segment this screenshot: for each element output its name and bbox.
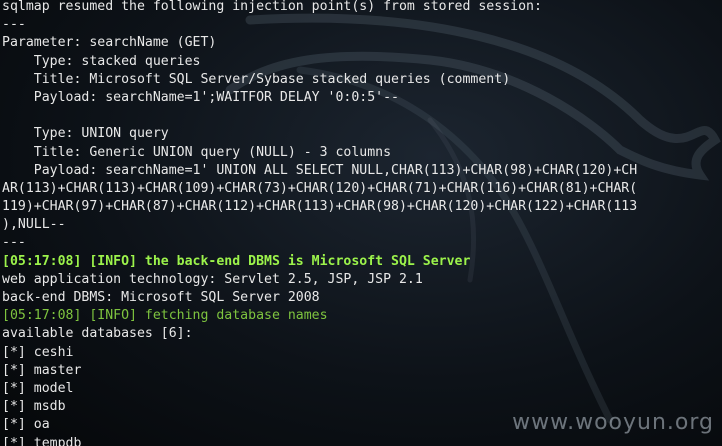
terminal-line: Type: stacked queries: [2, 53, 201, 69]
terminal-line: ---: [2, 17, 26, 33]
terminal-output: sqlmap resumed the following injection p…: [2, 0, 722, 446]
watermark: www.wooyun.org: [512, 409, 714, 435]
terminal-line: Parameter: searchName (GET): [2, 35, 217, 51]
terminal-line: 119)+CHAR(97)+CHAR(87)+CHAR(112)+CHAR(11…: [2, 199, 638, 215]
terminal-line: [05:17:08] [INFO] fetching database name…: [2, 308, 328, 324]
terminal-line: back-end DBMS: Microsoft SQL Server 2008: [2, 290, 320, 305]
terminal-line: Type: UNION query: [2, 126, 169, 142]
terminal-line: ---: [2, 235, 26, 251]
terminal-line: [*] master: [2, 362, 82, 378]
terminal-window[interactable]: sqlmap resumed the following injection p…: [0, 0, 722, 446]
terminal-line: web application technology: Servlet 2.5,…: [2, 271, 423, 287]
terminal-line: Title: Microsoft SQL Server/Sybase stack…: [2, 71, 511, 87]
terminal-line: AR(113)+CHAR(113)+CHAR(109)+CHAR(73)+CHA…: [2, 180, 638, 196]
terminal-line: Payload: searchName=1';WAITFOR DELAY '0:…: [2, 89, 399, 105]
terminal-line: [*] tempdb: [2, 435, 82, 446]
terminal-line: [*] ceshi: [2, 344, 74, 360]
terminal-line: [05:17:08] [INFO] the back-end DBMS is M…: [2, 253, 471, 269]
terminal-line: available databases [6]:: [2, 326, 193, 342]
terminal-line: Payload: searchName=1' UNION ALL SELECT …: [2, 162, 638, 178]
terminal-line: sqlmap resumed the following injection p…: [2, 0, 542, 14]
terminal-line: [*] model: [2, 380, 74, 396]
terminal-line: Title: Generic UNION query (NULL) - 3 co…: [2, 144, 392, 160]
terminal-line: ),NULL--: [2, 217, 66, 233]
